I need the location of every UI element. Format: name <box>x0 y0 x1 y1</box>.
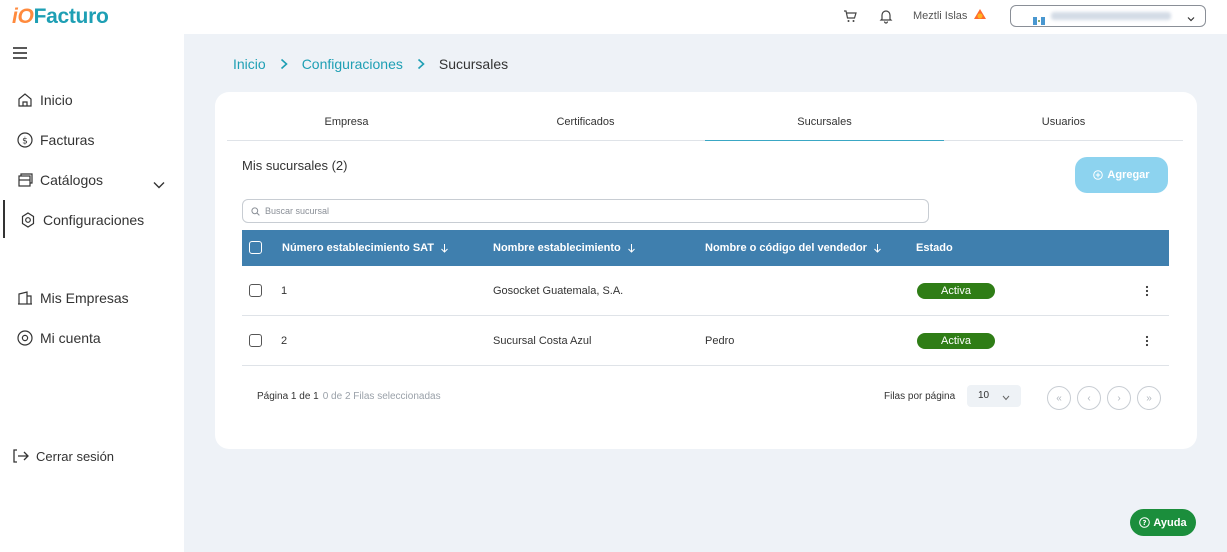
sidebar-item-configuraciones[interactable]: Configuraciones <box>19 210 144 230</box>
building-icon <box>16 289 34 307</box>
breadcrumb-sucursales: Sucursales <box>438 56 509 72</box>
content-card: Empresa Certificados Sucursales Usuarios… <box>215 92 1197 449</box>
more-options-icon[interactable] <box>1145 284 1149 298</box>
chevron-down-icon <box>1186 11 1196 22</box>
sidebar-item-label: Inicio <box>40 92 73 108</box>
search-icon <box>251 206 260 216</box>
app-logo[interactable]: iOFacturo <box>12 5 109 29</box>
logout-label: Cerrar sesión <box>36 448 115 464</box>
breadcrumb-inicio[interactable]: Inicio <box>233 56 266 72</box>
active-indicator <box>3 200 5 238</box>
chevron-right-icon <box>279 58 289 70</box>
sidebar-item-label: Configuraciones <box>43 212 145 228</box>
sort-arrow-icon <box>440 243 449 253</box>
pagination-info: Página 1 de 10 de 2 Filas seleccionadas <box>257 391 441 402</box>
guatemala-flag-icon <box>1033 12 1045 25</box>
add-branch-button[interactable]: Agregar <box>1075 157 1168 193</box>
table-row[interactable]: 1 Gosocket Guatemala, S.A. Activa <box>242 266 1169 316</box>
sidebar-item-inicio[interactable]: Inicio <box>16 90 73 110</box>
gear-icon <box>19 211 37 229</box>
sidebar-item-label: Facturas <box>40 132 95 148</box>
cell-number: 2 <box>281 335 288 347</box>
column-header-seller[interactable]: Nombre o código del vendedor <box>705 242 882 254</box>
home-icon <box>16 91 34 109</box>
sidebar: Inicio $ Facturas Catálogos Configuracio… <box>0 34 184 552</box>
cell-seller: Pedro <box>705 335 735 347</box>
select-all-checkbox[interactable] <box>249 241 262 254</box>
rows-per-page-value: 10 <box>978 390 990 401</box>
logout-button[interactable]: Cerrar sesión <box>12 446 114 466</box>
sidebar-item-facturas[interactable]: $ Facturas <box>16 130 94 150</box>
column-header-label: Número establecimiento SAT <box>282 242 434 254</box>
logo-text: Facturo <box>33 5 109 28</box>
user-name[interactable]: Meztli Islas <box>913 10 967 22</box>
page-indicator: Página 1 de 1 <box>257 391 319 402</box>
company-name-redacted <box>1051 12 1171 20</box>
rows-per-page-select[interactable]: 10 <box>967 385 1021 407</box>
cell-number: 1 <box>281 285 288 297</box>
search-input[interactable] <box>265 206 905 216</box>
sidebar-item-mi-cuenta[interactable]: Mi cuenta <box>16 328 101 348</box>
chevron-down-icon <box>1002 393 1010 401</box>
tab-sucursales[interactable]: Sucursales <box>705 107 944 141</box>
svg-text:?: ? <box>1143 519 1147 527</box>
top-bar: iOFacturo Meztli Islas <box>0 0 1227 34</box>
help-label: Ayuda <box>1153 516 1187 529</box>
menu-icon[interactable] <box>12 46 28 60</box>
sidebar-item-catalogos[interactable]: Catálogos <box>16 170 103 190</box>
selection-count: 0 de 2 Filas seleccionadas <box>322 391 441 402</box>
dollar-circle-icon: $ <box>16 131 34 149</box>
sort-arrow-icon <box>627 243 636 253</box>
user-avatar[interactable] <box>972 6 988 22</box>
breadcrumb: Inicio Configuraciones Sucursales <box>233 56 508 72</box>
first-page-button[interactable]: « <box>1047 386 1071 410</box>
tab-empresa[interactable]: Empresa <box>227 107 466 140</box>
status-badge: Activa <box>917 333 995 349</box>
tab-bar: Empresa Certificados Sucursales Usuarios <box>227 107 1183 141</box>
cart-icon[interactable] <box>842 8 858 24</box>
breadcrumb-configuraciones[interactable]: Configuraciones <box>302 56 403 72</box>
row-checkbox[interactable] <box>249 284 262 297</box>
column-header-label: Nombre establecimiento <box>493 242 621 254</box>
row-checkbox[interactable] <box>249 334 262 347</box>
next-page-button[interactable]: › <box>1107 386 1131 410</box>
table-header: Número establecimiento SAT Nombre establ… <box>242 230 1169 266</box>
chevron-down-icon[interactable] <box>153 176 165 189</box>
logout-icon <box>12 447 30 465</box>
at-sign-icon <box>16 329 34 347</box>
question-circle-icon: ? <box>1139 517 1151 528</box>
sort-arrow-icon <box>873 243 882 253</box>
sidebar-item-label: Catálogos <box>40 172 104 188</box>
column-header-number[interactable]: Número establecimiento SAT <box>282 242 449 254</box>
column-header-label: Estado <box>916 242 953 254</box>
company-selector[interactable] <box>1010 5 1206 27</box>
sidebar-item-mis-empresas[interactable]: Mis Empresas <box>16 288 129 308</box>
previous-page-button[interactable]: ‹ <box>1077 386 1101 410</box>
sidebar-item-label: Mi cuenta <box>40 330 101 346</box>
sidebar-item-label: Mis Empresas <box>40 290 129 306</box>
status-badge: Activa <box>917 283 995 299</box>
add-button-label: Agregar <box>1107 169 1150 181</box>
column-header-label: Nombre o código del vendedor <box>705 242 867 254</box>
column-header-name[interactable]: Nombre establecimiento <box>493 242 636 254</box>
search-box <box>242 199 929 223</box>
svg-text:$: $ <box>22 137 28 147</box>
table-row[interactable]: 2 Sucursal Costa Azul Pedro Activa <box>242 316 1169 366</box>
column-header-status[interactable]: Estado <box>916 242 953 254</box>
tab-certificados[interactable]: Certificados <box>466 107 705 140</box>
chevron-right-icon <box>416 58 426 70</box>
tab-usuarios[interactable]: Usuarios <box>944 107 1183 140</box>
section-title: Mis sucursales (2) <box>242 158 348 173</box>
cell-name: Gosocket Guatemala, S.A. <box>493 285 624 297</box>
plus-circle-icon <box>1093 170 1104 180</box>
rows-per-page-label: Filas por página <box>884 391 956 402</box>
catalog-icon <box>16 171 34 189</box>
more-options-icon[interactable] <box>1145 334 1149 348</box>
logo-prefix: iO <box>12 5 34 28</box>
bell-icon[interactable] <box>878 8 894 24</box>
cell-name: Sucursal Costa Azul <box>493 335 592 347</box>
last-page-button[interactable]: » <box>1137 386 1161 410</box>
help-button[interactable]: ? Ayuda <box>1130 509 1196 536</box>
